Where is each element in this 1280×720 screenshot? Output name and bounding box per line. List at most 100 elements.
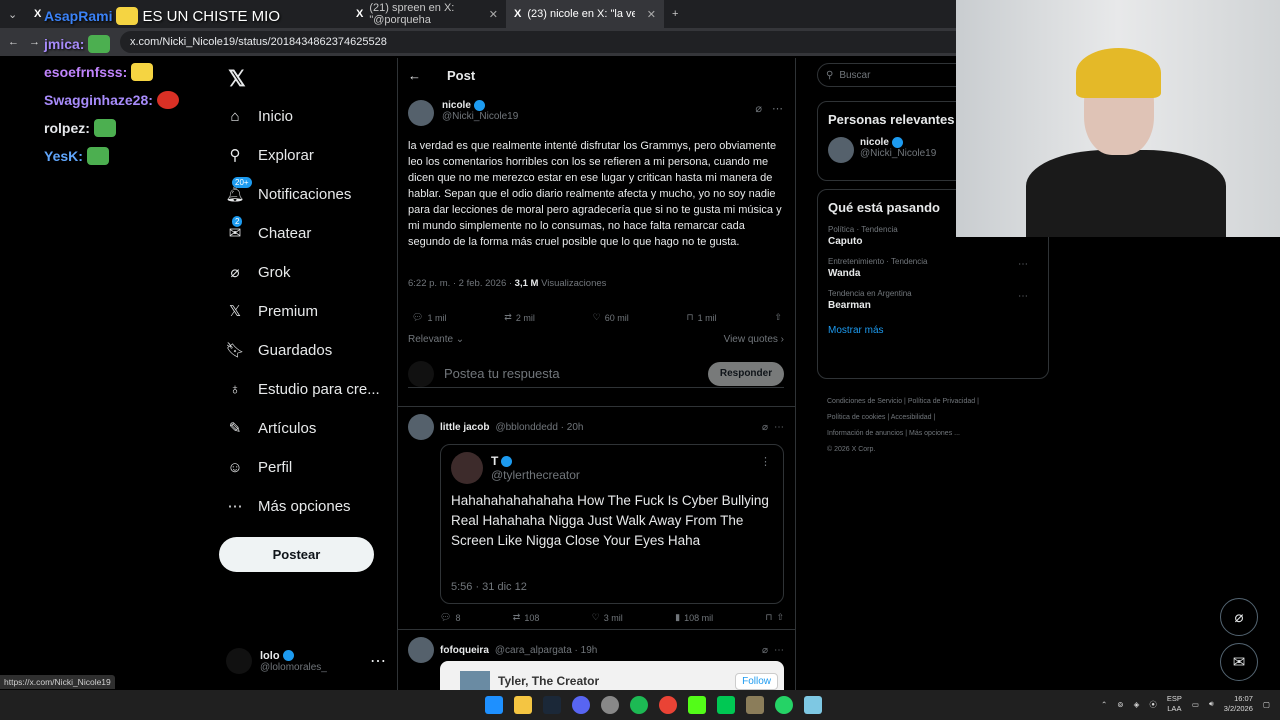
tweet-author[interactable]: nicole @Nicki_Nicole19 — [408, 100, 518, 126]
post-button[interactable]: Postear — [219, 537, 374, 572]
trend-name: Wanda — [828, 268, 861, 279]
notification-icon[interactable]: ▢ — [1263, 700, 1270, 709]
reply-input[interactable]: Postea tu respuesta — [444, 366, 698, 381]
tab-menu-button[interactable]: ⌄ — [0, 0, 26, 28]
tab-active[interactable]: X (23) nicole en X: "la verdad es c ✕ — [506, 0, 664, 28]
obs-icon[interactable] — [601, 696, 619, 714]
like-button[interactable]: ♡ 60 mil — [593, 312, 629, 323]
windows-start-icon[interactable] — [485, 696, 503, 714]
more-icon[interactable]: ⋯ — [774, 645, 784, 656]
forward-icon[interactable]: → — [29, 36, 40, 48]
microphone-icon[interactable]: ⦿ — [1149, 699, 1157, 710]
trend-item[interactable]: Tendencia en Argentina Bearman ⋯ — [828, 289, 1038, 311]
grok-icon: ⌀ — [230, 264, 240, 281]
share-icon[interactable]: ⇧ — [776, 612, 784, 623]
grok-icon[interactable]: ⌀ — [762, 422, 768, 433]
footer-link[interactable]: Información de anuncios — [827, 430, 903, 437]
sidebar-item-mas-opciones[interactable]: ⋯ Más opciones — [226, 490, 351, 522]
kick-icon[interactable] — [688, 696, 706, 714]
clock[interactable]: 16:07 3/2/2026 — [1224, 694, 1253, 714]
more-icon[interactable]: ⋯ — [774, 422, 784, 433]
minecraft-icon[interactable] — [746, 696, 764, 714]
network-icon[interactable]: ⊚ — [1117, 700, 1123, 709]
sidebar-item-grok[interactable]: ⌀ Grok — [226, 256, 290, 288]
embedded-card[interactable]: Tyler, The Creator Follow — [440, 661, 784, 690]
account-switcher[interactable]: lolo @lolomorales_ ⋯ — [226, 643, 386, 679]
tweet-time[interactable]: 6:22 p. m. · 2 feb. 2026 · — [408, 278, 515, 289]
tab-3[interactable]: X (21) spreen en X: "@porqueha ✕ — [348, 0, 506, 28]
reply-item[interactable]: little jacob @bblonddedd · 20h ⌀ ⋯ T @ty… — [408, 414, 784, 624]
reply-button[interactable]: 💬︎ 8 — [440, 612, 460, 623]
spotify-icon[interactable] — [630, 696, 648, 714]
reply-item[interactable]: fofoqueira @cara_alpargata · 19h ⌀ ⋯ Tyl… — [408, 637, 784, 690]
more-vertical-icon[interactable]: ⋮ — [760, 455, 771, 468]
follow-button[interactable]: Follow — [735, 672, 778, 690]
avatar[interactable] — [408, 637, 434, 663]
view-quotes-link[interactable]: View quotes › — [724, 334, 784, 345]
footer-link[interactable]: Más opciones ... — [909, 430, 960, 437]
bookmark-button[interactable]: ⊓ 1 mil — [687, 312, 717, 323]
avatar — [408, 360, 434, 387]
messages-float-button[interactable]: ✉ — [1220, 643, 1258, 681]
share-button[interactable]: ⇧ — [774, 312, 782, 323]
footer-link[interactable]: Condiciones de Servicio — [827, 398, 902, 405]
grok-float-button[interactable]: ⌀ — [1220, 598, 1258, 636]
language-indicator[interactable]: ESP LAA — [1167, 694, 1182, 714]
sort-label: Relevante — [408, 334, 454, 345]
volume-icon[interactable]: 🔊︎ — [1209, 699, 1214, 709]
close-icon[interactable]: ✕ — [489, 8, 498, 21]
sort-dropdown[interactable]: Relevante ⌄ — [408, 334, 464, 345]
display-icon[interactable]: ▭ — [1192, 700, 1199, 709]
footer-link[interactable]: Accesibilidad — [891, 414, 932, 421]
footer-link[interactable]: Política de Privacidad — [908, 398, 975, 405]
bookmark-button[interactable]: ⊓ ⇧ — [765, 612, 784, 623]
quoted-post[interactable]: T @tylerthecreator ⋮ Hahahahahahahaha Ho… — [440, 444, 784, 604]
back-icon[interactable]: ← — [8, 36, 19, 48]
webcam-overlay — [956, 0, 1280, 237]
avatar[interactable] — [408, 414, 434, 440]
sidebar-item-perfil[interactable]: ☺ Perfil — [226, 451, 292, 483]
grok-icon[interactable]: ⌀ — [755, 102, 762, 115]
reply-author-name[interactable]: little jacob — [440, 422, 489, 433]
avatar[interactable] — [828, 137, 854, 163]
whatsapp-icon[interactable] — [775, 696, 793, 714]
sidebar-item-guardados[interactable]: 🔖︎ Guardados — [225, 334, 332, 366]
search-icon: ⚲ — [826, 69, 834, 81]
shield-icon[interactable]: ◈ — [1134, 700, 1140, 709]
repost-button[interactable]: ⇄ 2 mil — [504, 312, 535, 323]
grok-icon[interactable]: ⌀ — [762, 645, 768, 656]
close-icon[interactable]: ✕ — [647, 8, 656, 21]
more-icon[interactable]: ⋯ — [1018, 291, 1028, 302]
avatar[interactable] — [408, 100, 434, 126]
footer-link[interactable]: Política de cookies — [827, 414, 885, 421]
new-tab-button[interactable]: + — [664, 0, 686, 28]
back-arrow-icon[interactable]: ← — [408, 68, 421, 83]
author-name[interactable]: nicole — [442, 100, 518, 111]
chevron-up-icon[interactable]: ⌃ — [1101, 700, 1107, 709]
sidebar-item-notificaciones[interactable]: 🔔︎ 20+ Notificaciones — [225, 177, 351, 210]
views-button[interactable]: ▮ 108 mil — [675, 612, 713, 623]
show-more-link[interactable]: Mostrar más — [828, 325, 1038, 336]
sidebar-item-premium[interactable]: 𝕏 Premium — [226, 295, 318, 327]
like-button[interactable]: ♡ 3 mil — [592, 612, 623, 623]
chrome-icon[interactable] — [659, 696, 677, 714]
reply-author-handle[interactable]: @bblonddedd · 20h — [495, 422, 583, 433]
more-icon[interactable]: ⋯ — [1018, 259, 1028, 270]
steam-icon[interactable] — [543, 696, 561, 714]
notepad-icon[interactable] — [804, 696, 822, 714]
repost-button[interactable]: ⇄ 108 — [513, 612, 540, 623]
sidebar-item-estudio[interactable]: ♁ Estudio para cre... — [226, 373, 379, 405]
sidebar-item-articulos[interactable]: ✎ Artículos — [226, 412, 317, 444]
discord-icon[interactable] — [572, 696, 590, 714]
trend-item[interactable]: Entretenimiento · Tendencia Wanda ⋯ — [828, 257, 1038, 279]
sidebar-item-chatear[interactable]: ✉ 2 Chatear — [226, 216, 311, 249]
game-icon[interactable] — [717, 696, 735, 714]
reply-submit-button[interactable]: Responder — [708, 361, 784, 386]
reply-button[interactable]: 💬︎ 1 mil — [412, 312, 446, 323]
file-explorer-icon[interactable] — [514, 696, 532, 714]
more-icon[interactable]: ⋯ — [370, 651, 386, 671]
author-handle[interactable]: @Nicki_Nicole19 — [442, 111, 518, 122]
reply-author-name[interactable]: fofoqueira — [440, 645, 489, 656]
reply-author-handle[interactable]: @cara_alpargata · 19h — [495, 645, 597, 656]
more-icon[interactable]: ⋯ — [772, 102, 783, 115]
